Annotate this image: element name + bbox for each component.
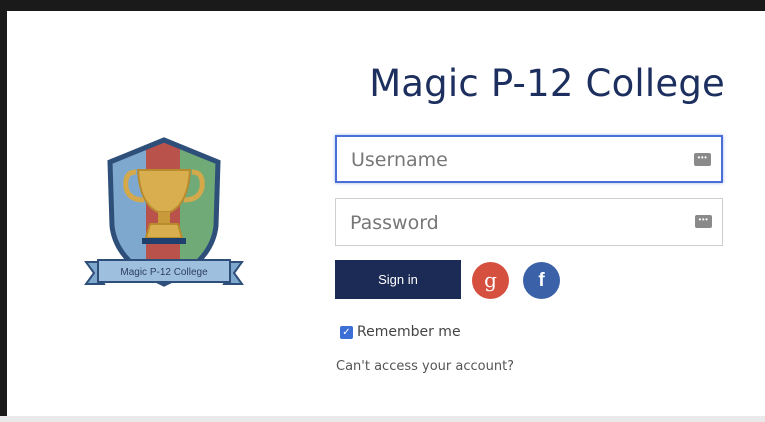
window-top-border <box>0 0 765 11</box>
remember-me-row[interactable]: ✓ Remember me <box>340 324 461 340</box>
username-field[interactable]: ••• <box>335 135 723 183</box>
college-title: Magic P-12 College <box>369 62 725 105</box>
password-field[interactable]: ••• <box>335 198 723 247</box>
window-left-border <box>0 0 7 422</box>
sign-in-button[interactable]: Sign in <box>335 260 461 299</box>
remember-me-label: Remember me <box>357 324 461 340</box>
cant-access-account-link[interactable]: Can't access your account? <box>336 359 514 374</box>
logo-banner-text: Magic P-12 College <box>120 267 208 278</box>
facebook-sign-in-icon[interactable]: f <box>523 262 560 299</box>
remember-me-checkbox[interactable]: ✓ <box>340 325 353 339</box>
password-input[interactable] <box>348 199 682 247</box>
username-input[interactable] <box>349 137 683 183</box>
google-sign-in-icon[interactable]: g <box>472 262 509 299</box>
keyboard-icon: ••• <box>695 215 712 228</box>
keyboard-icon: ••• <box>694 153 711 166</box>
window-bottom-border <box>0 416 765 422</box>
college-crest-logo: Magic P-12 College <box>84 137 244 287</box>
